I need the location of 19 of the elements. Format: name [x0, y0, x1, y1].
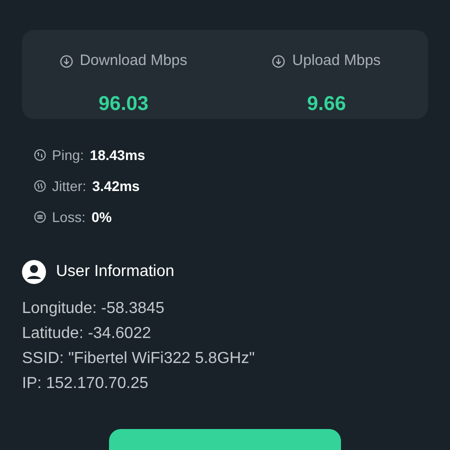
metric-value: 3.42ms: [92, 176, 140, 196]
info-line: IP: 152.170.70.25: [22, 374, 150, 394]
metric-value: 0%: [91, 208, 112, 226]
jitter-icon: [34, 180, 46, 192]
lines-circle-icon: [34, 211, 46, 223]
metric-label: Loss:: [52, 208, 86, 226]
speed-value: 96.03: [98, 92, 149, 116]
speed-label: Upload Mbps: [292, 51, 381, 71]
metric-label: Jitter:: [52, 176, 86, 196]
metric-label: Ping:: [52, 146, 84, 165]
ping-icon: [34, 149, 46, 161]
section-title: User Information: [56, 262, 174, 282]
speed-label: Download Mbps: [80, 51, 188, 71]
user-avatar-icon: [22, 260, 46, 284]
metric-value: 18.43ms: [90, 146, 146, 164]
info-line: Longitude: -58.3845: [22, 298, 166, 318]
speed-value: 9.66: [307, 92, 346, 116]
info-line: Latitude: -34.6022: [22, 324, 152, 344]
info-line: SSID: "Fibertel WiFi322 5.8GHz": [22, 348, 256, 368]
